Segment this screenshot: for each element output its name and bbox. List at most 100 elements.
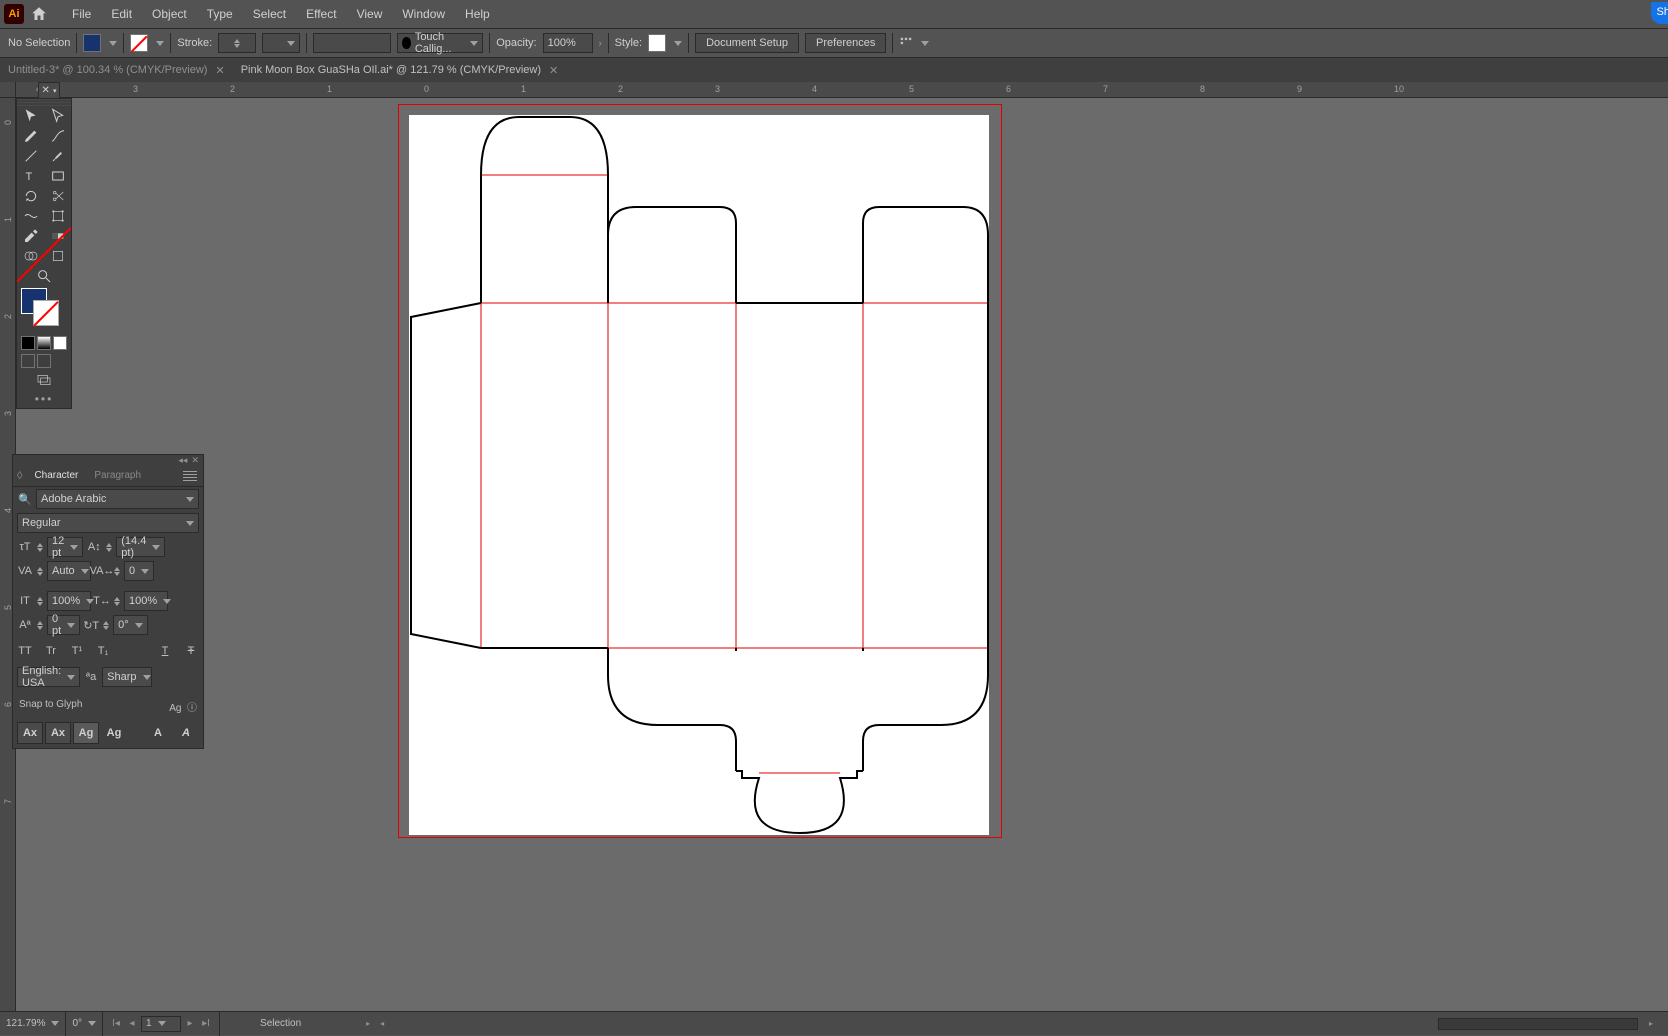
menu-file[interactable]: File — [62, 0, 101, 28]
gradient-mode-btn[interactable] — [37, 336, 51, 350]
document-setup-button[interactable]: Document Setup — [695, 33, 799, 53]
snap-xheight-btn[interactable]: Ax — [45, 722, 71, 744]
ruler-origin[interactable] — [0, 82, 16, 98]
leading-input[interactable]: (14.4 pt) — [116, 537, 165, 557]
width-tool[interactable] — [17, 206, 44, 226]
brush-def-menu[interactable]: Touch Callig... — [397, 33, 483, 53]
stroke-swatch[interactable] — [130, 34, 148, 52]
draw-normal-btn[interactable] — [21, 354, 35, 368]
ruler-horizontal[interactable]: 4 3 2 1 0 1 2 3 4 5 6 7 8 9 10 — [16, 82, 1668, 98]
font-size-input[interactable]: 12 pt — [47, 537, 83, 557]
direct-selection-tool[interactable] — [44, 106, 71, 126]
pen-tool[interactable] — [17, 126, 44, 146]
line-tool[interactable] — [17, 146, 44, 166]
opacity-label: Opacity: — [496, 37, 536, 49]
prev-artboard-btn[interactable]: ◂ — [125, 1017, 139, 1031]
tab-artboard-nav[interactable]: ✕▾ — [38, 82, 60, 99]
collapse-icon[interactable]: ◂◂ — [178, 455, 187, 466]
document-tab-2[interactable]: Pink Moon Box GuaSHa OIl.ai* @ 121.79 % … — [233, 58, 567, 82]
document-tab-1[interactable]: Untitled-3* @ 100.34 % (CMYK/Preview)✕ — [0, 58, 233, 82]
character-tab[interactable]: Character — [26, 465, 86, 487]
antialias-input[interactable]: Sharp — [102, 667, 152, 687]
snap-prox-btn[interactable]: Ag — [101, 722, 127, 744]
zoom-level[interactable]: 121.79% — [0, 1012, 66, 1036]
curvature-tool[interactable] — [44, 126, 71, 146]
color-mode-btn[interactable] — [21, 336, 35, 350]
stroke-weight-input[interactable] — [218, 33, 256, 53]
tools-panel[interactable]: T ••• — [16, 98, 72, 409]
tracking-input[interactable]: 0 — [124, 561, 154, 581]
none-mode-btn[interactable] — [53, 336, 67, 350]
menu-type[interactable]: Type — [197, 0, 243, 28]
scissors-tool[interactable] — [44, 186, 71, 206]
menu-window[interactable]: Window — [392, 0, 455, 28]
paintbrush-tool[interactable] — [44, 146, 71, 166]
font-family-input[interactable]: Adobe Arabic — [36, 489, 199, 509]
zoom-tool[interactable] — [17, 266, 71, 286]
share-button[interactable]: Sh — [1651, 2, 1668, 24]
leading-icon: A↕ — [86, 541, 102, 553]
first-artboard-btn[interactable]: I◂ — [109, 1017, 123, 1031]
baseline-icon: Aª — [17, 619, 33, 631]
scroll-h-left[interactable]: ◂ — [375, 1017, 389, 1031]
snap-baseline-btn[interactable]: Ax — [17, 722, 43, 744]
menu-view[interactable]: View — [347, 0, 393, 28]
menu-object[interactable]: Object — [142, 0, 197, 28]
opacity-input[interactable]: 100% — [543, 33, 593, 53]
edit-toolbar-btn[interactable]: ••• — [17, 390, 71, 408]
language-input[interactable]: English: USA — [17, 667, 80, 687]
selection-tool[interactable] — [17, 106, 44, 126]
paragraph-tab[interactable]: Paragraph — [86, 465, 149, 487]
menu-edit[interactable]: Edit — [101, 0, 142, 28]
menu-select[interactable]: Select — [243, 0, 296, 28]
last-artboard-btn[interactable]: ▸I — [199, 1017, 213, 1031]
find-font-icon[interactable]: 🔍 — [17, 493, 33, 506]
snap-glyph-btn[interactable]: Ag — [73, 722, 99, 744]
selection-status: No Selection — [8, 37, 70, 49]
menu-effect[interactable]: Effect — [296, 0, 346, 28]
scroll-h-right[interactable]: ▸ — [1644, 1017, 1658, 1031]
snap-to-glyph-label: Snap to Glyph — [19, 699, 82, 714]
vertical-scale-input[interactable]: 100% — [47, 591, 91, 611]
free-transform-tool[interactable] — [44, 206, 71, 226]
baseline-shift-input[interactable]: 0 pt — [47, 615, 80, 635]
stroke-color-control[interactable] — [33, 300, 59, 326]
screen-mode-btn[interactable] — [17, 370, 71, 390]
home-icon[interactable] — [30, 5, 48, 23]
font-size-icon: τT — [17, 541, 33, 553]
close-tab-2-icon[interactable]: ✕ — [549, 64, 558, 77]
rotate-tool[interactable] — [17, 186, 44, 206]
character-panel[interactable]: ◂◂✕ ◊ Character Paragraph 🔍 Adobe Arabic… — [12, 454, 204, 749]
var-width-profile[interactable] — [262, 33, 300, 53]
snap-anchor-btn[interactable]: A — [173, 722, 199, 744]
rectangle-tool[interactable] — [44, 166, 71, 186]
eyedropper-tool[interactable] — [17, 226, 44, 246]
artboard-nav-input[interactable]: 1 — [141, 1016, 181, 1032]
vscale-icon: IT — [17, 595, 33, 607]
horizontal-scrollbar[interactable] — [1438, 1018, 1638, 1030]
style-swatch[interactable] — [648, 34, 666, 52]
char-rotation-input[interactable]: 0° — [113, 615, 148, 635]
canvas[interactable] — [16, 98, 1668, 1011]
char-rotate-icon: ↻T — [83, 619, 99, 632]
info-icon[interactable]: ⓘ — [187, 703, 197, 714]
kerning-input[interactable]: Auto — [47, 561, 91, 581]
panel-menu-icon[interactable] — [183, 471, 197, 481]
glyph-preview-icon[interactable]: Ag — [169, 703, 181, 714]
preferences-button[interactable]: Preferences — [805, 33, 886, 53]
fill-swatch[interactable] — [83, 34, 101, 52]
close-tab-1-icon[interactable]: ✕ — [215, 64, 224, 77]
rotate-view[interactable]: 0° — [66, 1012, 103, 1036]
snap-angular-btn[interactable]: A — [145, 722, 171, 744]
align-icon[interactable] — [899, 36, 913, 50]
font-style-input[interactable]: Regular — [17, 513, 199, 533]
menu-help[interactable]: Help — [455, 0, 500, 28]
brush-stroke-menu[interactable] — [313, 33, 391, 53]
close-panel-icon[interactable]: ✕ — [191, 455, 199, 466]
tracking-icon: VA↔ — [94, 565, 110, 577]
next-artboard-btn[interactable]: ▸ — [183, 1017, 197, 1031]
horizontal-scale-input[interactable]: 100% — [124, 591, 168, 611]
type-tool[interactable]: T — [17, 166, 44, 186]
stroke-label: Stroke: — [177, 37, 212, 49]
draw-behind-btn[interactable] — [37, 354, 51, 368]
